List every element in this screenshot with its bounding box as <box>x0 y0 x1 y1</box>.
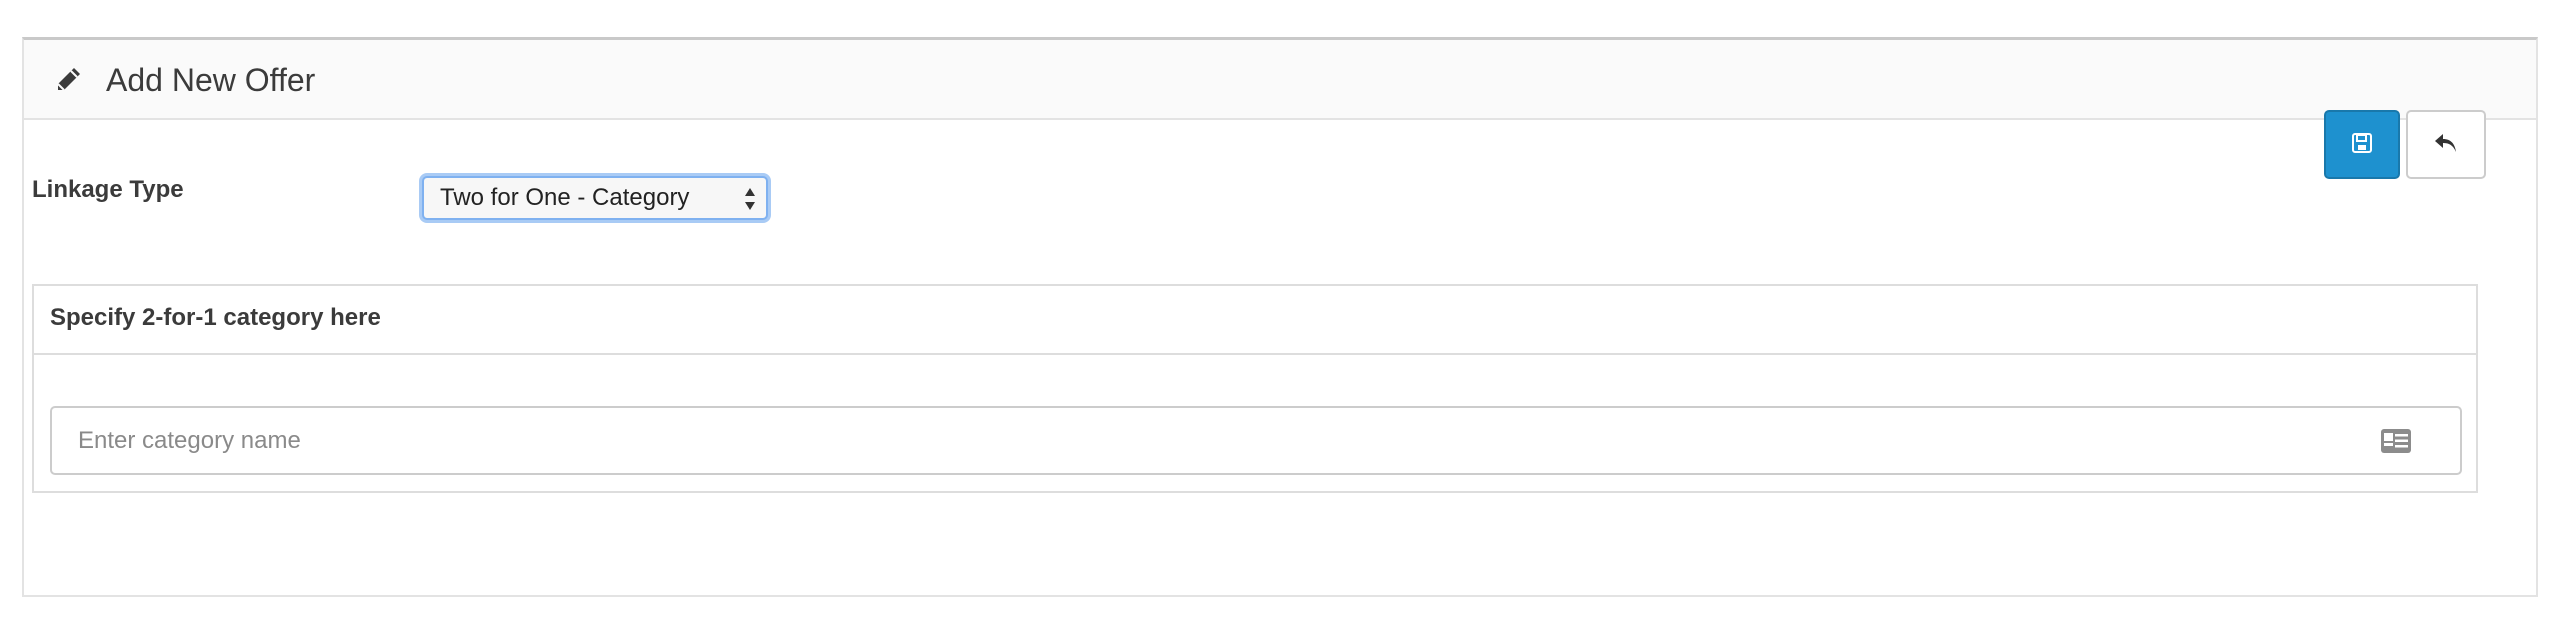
category-section: Specify 2-for-1 category here <box>32 284 2478 493</box>
id-card-icon <box>2380 428 2412 454</box>
back-button[interactable] <box>2406 110 2486 179</box>
category-section-title: Specify 2-for-1 category here <box>50 304 381 331</box>
category-section-heading: Specify 2-for-1 category here <box>34 286 2476 355</box>
category-name-input[interactable] <box>52 408 2372 473</box>
linkage-type-select[interactable]: Two for One - Category <box>422 176 768 220</box>
save-button[interactable] <box>2324 110 2400 179</box>
select-arrows-icon <box>744 186 756 212</box>
reply-icon <box>2433 131 2459 158</box>
linkage-type-selected-value: Two for One - Category <box>440 184 690 211</box>
pencil-icon <box>52 64 84 96</box>
page-title: Add New Offer <box>106 62 316 98</box>
panel-heading: Add New Offer <box>24 40 2536 120</box>
save-icon <box>2351 132 2373 157</box>
category-input-group <box>50 406 2462 475</box>
linkage-type-label: Linkage Type <box>32 176 184 203</box>
